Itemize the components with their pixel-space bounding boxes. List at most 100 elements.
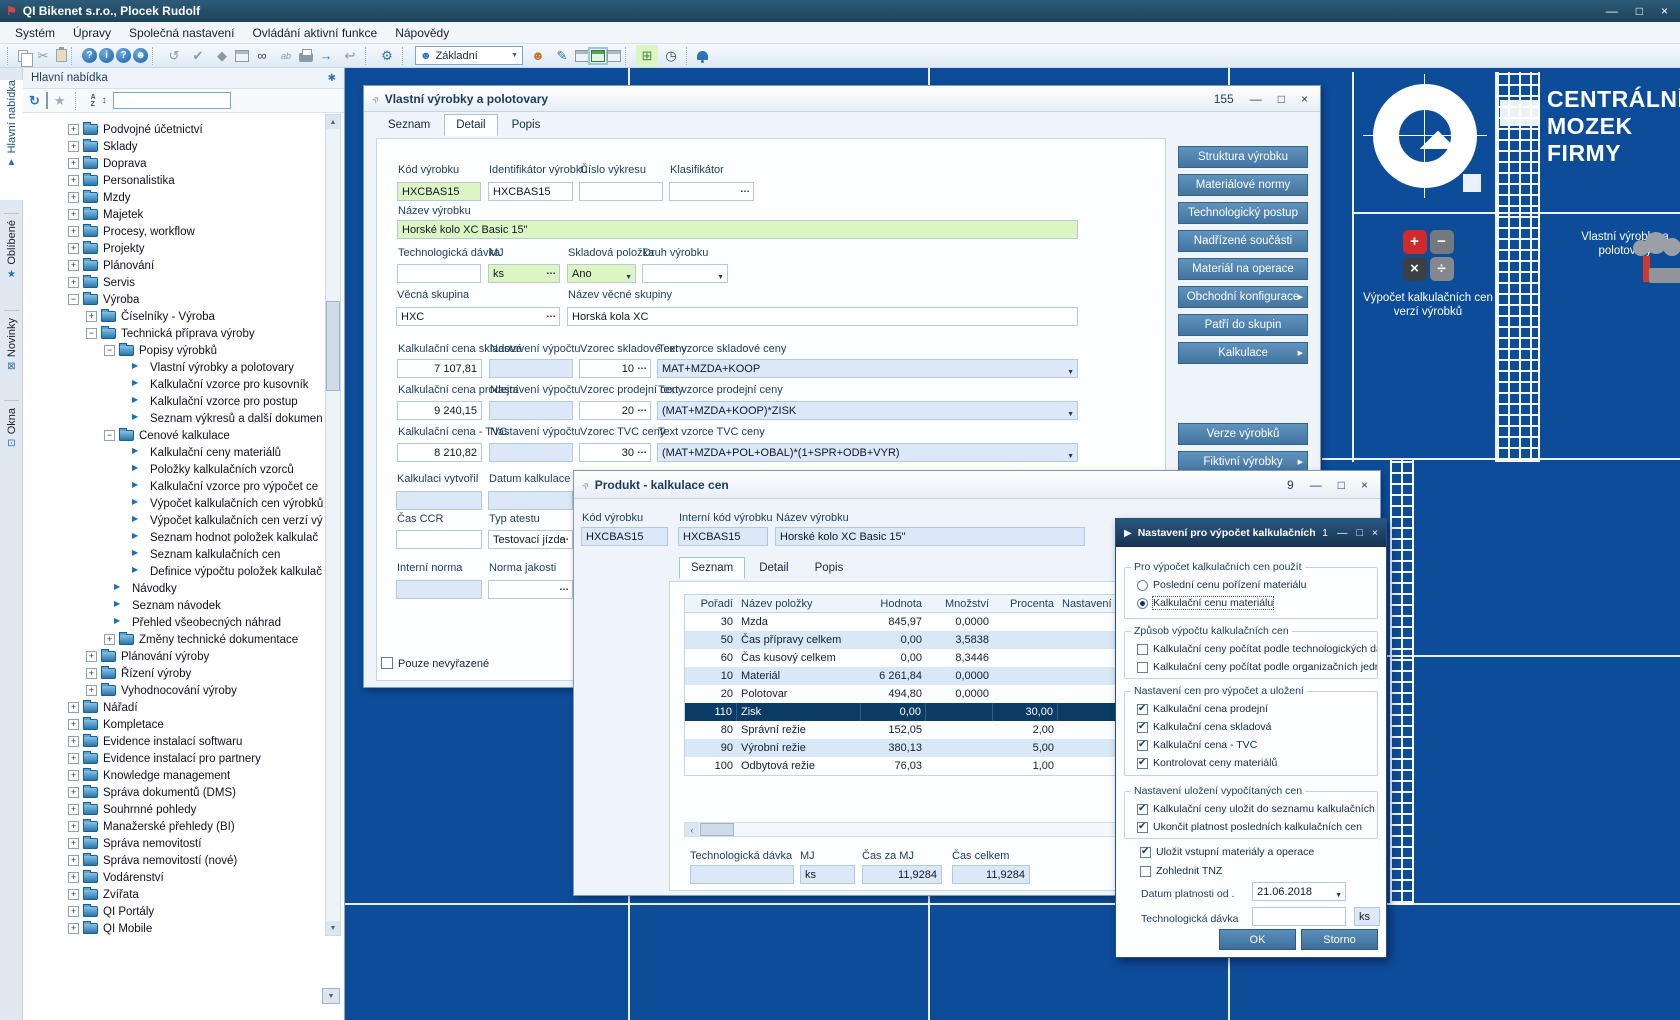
dialog-titlebar[interactable]: ▶ Nastavení pro výpočet kalkulačních cen… <box>1116 519 1386 547</box>
tree-item[interactable]: Kalkulační vzorce pro kusovník <box>23 376 323 393</box>
tree-expander-icon[interactable] <box>86 311 97 322</box>
user-edit-icon[interactable]: ✎ <box>551 45 573 67</box>
tree-expander-icon[interactable] <box>68 821 79 832</box>
tree-expander-icon[interactable] <box>68 175 79 186</box>
interni-norma-field[interactable] <box>396 580 482 599</box>
tab[interactable]: Seznam <box>679 557 745 579</box>
tree-item[interactable]: Technická příprava výroby <box>23 325 323 342</box>
side-action-button[interactable]: Patří do skupin <box>1178 314 1308 336</box>
tree-expander-icon[interactable] <box>68 804 79 815</box>
tree-item[interactable]: Návodky <box>23 580 323 597</box>
text-vzorce-skladove-select[interactable]: MAT+MZDA+KOOP▼ <box>657 359 1078 378</box>
sidebar-tab-novinky[interactable]: Novinky ⊠ <box>0 318 23 392</box>
nastaveni-vypoctu-field[interactable] <box>489 359 573 378</box>
tree-expander-icon[interactable] <box>68 855 79 866</box>
scrollbar-thumb[interactable] <box>700 823 734 836</box>
tree-item[interactable]: Podvojné účetnictví <box>23 121 323 138</box>
vzorec-skladove-field[interactable]: 10… <box>579 359 651 378</box>
skladova-polozka-select[interactable]: Ano▼ <box>567 264 636 283</box>
pouze-nevyrazene-checkbox[interactable]: Pouze nevyřazené <box>381 657 489 670</box>
technologicka-davka-field[interactable] <box>690 865 794 884</box>
cena-prodejni-field[interactable]: 9 240,15 <box>397 401 482 420</box>
tree-item[interactable]: Výpočet kalkulačních cen verzí vý <box>23 512 323 529</box>
tree-item[interactable]: QI Mobile <box>23 920 323 937</box>
cas-za-mj-field[interactable]: 11,9284 <box>862 865 942 884</box>
tree-item[interactable]: Plánování výroby <box>23 648 323 665</box>
tree-item[interactable]: Zvířata <box>23 886 323 903</box>
maximize-button[interactable]: □ <box>1338 478 1345 492</box>
menu-item[interactable]: Úpravy <box>64 22 120 43</box>
tree-item[interactable]: Správa dokumentů (DMS) <box>23 784 323 801</box>
copy-icon[interactable] <box>18 50 28 62</box>
tree-expander-icon[interactable] <box>86 328 97 339</box>
menu-item[interactable]: Nápovědy <box>386 22 458 43</box>
checkbox-option[interactable]: Kalkulační cena skladová <box>1137 719 1377 735</box>
tree-item[interactable]: Sklady <box>23 138 323 155</box>
confirm-icon[interactable]: ✔ <box>187 45 209 67</box>
tree-item[interactable]: Majetek <box>23 206 323 223</box>
tree-item[interactable]: Položky kalkulačních vzorců <box>23 461 323 478</box>
vecna-skupina-field[interactable]: HXC… <box>396 307 560 326</box>
kod-vyrobku-field[interactable]: HXCBAS15 <box>581 527 668 546</box>
tree-search-input[interactable] <box>113 92 231 109</box>
replace-icon[interactable]: ab <box>275 45 297 67</box>
side-action-button[interactable]: Nadřízené součásti <box>1178 230 1308 252</box>
nastaveni-vypoctu-field[interactable] <box>489 401 573 420</box>
app-close-button[interactable]: × <box>1661 4 1668 18</box>
tree-item[interactable]: Evidence instalací pro partnery <box>23 750 323 767</box>
tree-item[interactable]: Personalistika <box>23 172 323 189</box>
mj-unit-field[interactable]: ks <box>1354 907 1380 926</box>
tree-expander-icon[interactable] <box>68 294 79 305</box>
side-action-button[interactable]: Materiálové normy <box>1178 174 1308 196</box>
checkbox-option[interactable]: Ukončit platnost posledních kalkulačních… <box>1137 819 1377 835</box>
checkbox-option[interactable]: Kalkulační cena - TVC <box>1137 737 1377 753</box>
tree-expander-icon[interactable] <box>68 141 79 152</box>
tree-expander-icon[interactable] <box>68 226 79 237</box>
desktop-icon-vypocet-kalkulacnich-cen[interactable]: + − × ÷ Výpočet kalkulačních cen verzí v… <box>1363 230 1493 319</box>
close-button[interactable]: × <box>1361 478 1368 492</box>
tree-expander-icon[interactable] <box>104 430 115 441</box>
scroll-left-button[interactable]: ‹ <box>685 823 699 836</box>
minimize-button[interactable]: — <box>1250 92 1262 106</box>
nazev-vyrobku-field[interactable]: Horské kolo XC Basic 15" <box>397 220 1078 239</box>
tree-expander-icon[interactable] <box>68 124 79 135</box>
tab[interactable]: Detail <box>444 114 497 136</box>
menu-item[interactable]: Společná nastavení <box>120 22 243 43</box>
checkbox-option[interactable]: Kalkulační ceny počítat podle technologi… <box>1137 641 1377 657</box>
scroll-down-button[interactable]: ▼ <box>326 921 340 935</box>
cena-skladova-field[interactable]: 7 107,81 <box>397 359 482 378</box>
text-vzorce-prodejni-select[interactable]: (MAT+MZDA+KOOP)*ZISK▼ <box>657 401 1078 420</box>
side-action-button[interactable]: Struktura výrobku <box>1178 146 1308 168</box>
tree-item[interactable]: Definice výpočtu položek kalkulač <box>23 563 323 580</box>
text-vzorce-tvc-select[interactable]: (MAT+MZDA+POL+OBAL)*(1+SPR+ODB+VYR)▼ <box>657 443 1078 462</box>
tree-item[interactable]: Seznam návodek <box>23 597 323 614</box>
tree-item[interactable]: Změny technické dokumentace <box>23 631 323 648</box>
tree-item[interactable]: Seznam výkresů a další dokumen <box>23 410 323 427</box>
tree-item[interactable]: Plánování <box>23 257 323 274</box>
export-icon[interactable]: → <box>315 45 337 67</box>
technologicka-davka-field[interactable] <box>1252 907 1346 926</box>
form-gray-icon[interactable] <box>575 50 589 62</box>
form-gray2-icon[interactable] <box>607 50 621 62</box>
info-icon[interactable]: i <box>99 48 114 63</box>
history-clock-icon[interactable]: ◷ <box>660 45 682 67</box>
tree-item[interactable]: Správa nemovitostí (nové) <box>23 852 323 869</box>
diamond-icon[interactable]: ◆ <box>211 45 233 67</box>
checkbox-option[interactable]: Uložit vstupní materiály a operace <box>1140 844 1380 860</box>
tree-expander-icon[interactable] <box>68 209 79 220</box>
tree-expander-icon[interactable] <box>68 787 79 798</box>
tree-expander-icon[interactable] <box>68 753 79 764</box>
scrollbar-thumb[interactable] <box>326 301 340 391</box>
ellipsis-button[interactable]: … <box>637 362 648 372</box>
tree-item[interactable]: Vlastní výrobky a polotovary <box>23 359 323 376</box>
vzorec-prodejni-field[interactable]: 20… <box>579 401 651 420</box>
menu-item[interactable]: Systém <box>6 22 64 43</box>
side-action-button[interactable]: Technologický postup <box>1178 202 1308 224</box>
tree-item[interactable]: Servis <box>23 274 323 291</box>
tree-item[interactable]: Kalkulační vzorce pro výpočet ce <box>23 478 323 495</box>
tree-item[interactable]: Kalkulační ceny materiálů <box>23 444 323 461</box>
tree-item[interactable]: Mzdy <box>23 189 323 206</box>
tree-expander-icon[interactable] <box>68 770 79 781</box>
minimize-button[interactable]: — <box>1310 478 1322 492</box>
mj-field[interactable]: ks… <box>488 264 560 283</box>
